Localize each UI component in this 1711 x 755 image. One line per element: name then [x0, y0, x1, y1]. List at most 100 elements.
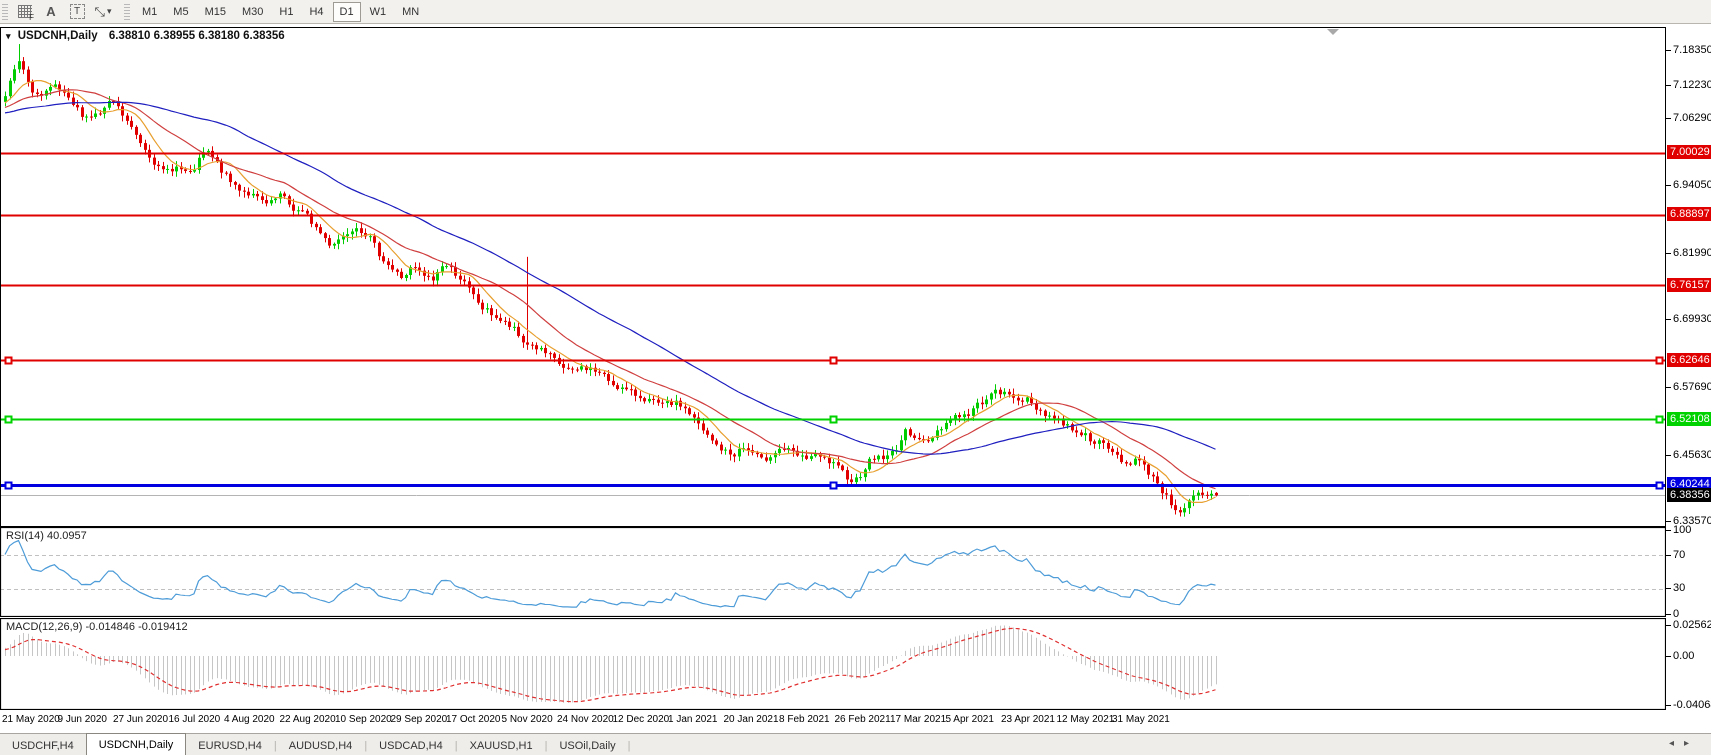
tab-audusd-h4[interactable]: AUDUSD,H4: [277, 736, 365, 755]
toolbar-grip[interactable]: [124, 4, 130, 20]
text-label-tool-icon: A: [46, 4, 55, 19]
date-axis-label: 31 May 2021: [1112, 714, 1170, 725]
date-axis-label: 27 Jun 2020: [113, 714, 168, 725]
timeframe-button-w1[interactable]: W1: [363, 2, 394, 22]
macd-axis-tick: [1666, 656, 1671, 657]
date-axis-label: 5 Apr 2021: [946, 714, 994, 725]
price-axis-label: 6.94050: [1673, 179, 1711, 191]
rsi-axis-tick: [1666, 614, 1671, 615]
price-axis-tick: [1666, 521, 1671, 522]
macd-axis-tick: [1666, 625, 1671, 626]
date-axis-label: 24 Nov 2020: [557, 714, 614, 725]
fibo-grid-tool-button[interactable]: F: [13, 1, 37, 23]
rsi-label: RSI(14) 40.0957: [6, 530, 87, 542]
rsi-axis-label: 70: [1673, 549, 1685, 561]
rsi-indicator-canvas[interactable]: [0, 527, 1666, 617]
price-axis-tick: [1666, 253, 1671, 254]
chart-symbol-label: USDCNH,Daily: [18, 30, 98, 42]
rsi-axis-tick: [1666, 588, 1671, 589]
date-axis: 21 May 20209 Jun 2020 27 Jun 202016 Jul 2…: [0, 710, 1666, 733]
fibo-grid-tool-icon: F: [18, 5, 32, 18]
date-axis-label: 1 Jan 2021: [668, 714, 718, 725]
date-axis-label: 29 Sep 2020: [391, 714, 448, 725]
level-price-tag[interactable]: 6.88897: [1667, 207, 1711, 221]
timeframe-button-mn[interactable]: MN: [395, 2, 426, 22]
tab-usoil-daily[interactable]: USOil,Daily: [547, 736, 627, 755]
rsi-axis-tick: [1666, 555, 1671, 556]
macd-label: MACD(12,26,9) -0.014846 -0.019412: [6, 621, 188, 633]
tab-xauusd-h1[interactable]: XAUUSD,H1: [458, 736, 545, 755]
macd-axis-label: -0.040687: [1673, 699, 1711, 711]
date-axis-label: 26 Feb 2021: [835, 714, 891, 725]
date-axis-label: 12 May 2021: [1057, 714, 1115, 725]
timeframe-button-h1[interactable]: H1: [272, 2, 300, 22]
price-axis-label: 7.18350: [1673, 44, 1711, 56]
pointer-tools-icon: ⤡: [95, 4, 105, 20]
main-chart-canvas[interactable]: [0, 27, 1666, 527]
price-axis-label: 6.69930: [1673, 313, 1711, 325]
date-axis-label: 5 Nov 2020: [502, 714, 553, 725]
tab-scroll-arrows[interactable]: ◂▸: [1669, 738, 1699, 749]
chart-title-caret-icon: ▾: [6, 31, 11, 41]
chart-title: ▾ USDCNH,Daily 6.38810 6.38955 6.38180 6…: [6, 30, 285, 42]
price-axis-label: 6.45630: [1673, 449, 1711, 461]
price-axis-label: 6.81990: [1673, 247, 1711, 259]
price-axis-tick: [1666, 455, 1671, 456]
tab-scroll-right-icon[interactable]: ▸: [1684, 738, 1699, 749]
toolbar-grip[interactable]: [2, 4, 8, 20]
price-axis-label: 7.12230: [1673, 79, 1711, 91]
price-axis-tick: [1666, 319, 1671, 320]
price-axis-label: 7.06290: [1673, 112, 1711, 124]
macd-axis-label: 0.00: [1673, 650, 1694, 662]
rsi-axis-label: 100: [1673, 524, 1691, 536]
level-price-tag[interactable]: 6.76157: [1667, 278, 1711, 292]
date-axis-label: 10 Sep 2020: [335, 714, 392, 725]
tab-usdcad-h4[interactable]: USDCAD,H4: [367, 736, 455, 755]
macd-indicator-canvas[interactable]: [0, 618, 1666, 710]
timeframe-button-group: M1M5M15M30H1H4D1W1MN: [134, 2, 427, 22]
timeframe-button-m1[interactable]: M1: [135, 2, 164, 22]
timeframe-button-m30[interactable]: M30: [235, 2, 270, 22]
date-axis-label: 8 Feb 2021: [779, 714, 830, 725]
current-price-tag: 6.38356: [1667, 488, 1711, 502]
tab-usdcnh-daily[interactable]: USDCNH,Daily: [86, 733, 187, 755]
price-axis-tick: [1666, 50, 1671, 51]
chart-tab-bar: USDCHF,H4USDCNH,DailyEURUSD,H4 | AUDUSD,H4…: [0, 733, 1711, 755]
timeframe-button-m5[interactable]: M5: [166, 2, 195, 22]
text-box-tool-icon: T: [70, 4, 85, 19]
price-axis-label: 6.57690: [1673, 381, 1711, 393]
date-axis-label: 16 Jul 2020: [169, 714, 221, 725]
timeframe-button-h4[interactable]: H4: [302, 2, 330, 22]
timeframe-button-d1[interactable]: D1: [333, 2, 361, 22]
date-axis-label: 21 May 2020: [2, 714, 60, 725]
date-axis-label: 4 Aug 2020: [224, 714, 275, 725]
rsi-axis-label: 30: [1673, 582, 1685, 594]
price-axis-tick: [1666, 185, 1671, 186]
date-axis-label: 22 Aug 2020: [280, 714, 336, 725]
level-price-tag[interactable]: 6.62646: [1667, 353, 1711, 367]
top-toolbar: F A T ⤡ ▾ M1M5M15M30H1H4D1W1MN: [0, 0, 1711, 24]
level-price-tag[interactable]: 7.00029: [1667, 145, 1711, 159]
date-axis-label: 23 Apr 2021: [1001, 714, 1055, 725]
price-axis-tick: [1666, 387, 1671, 388]
level-price-tag[interactable]: 6.52108: [1667, 412, 1711, 426]
chart-ohlc-values: 6.38810 6.38955 6.38180 6.38356: [109, 30, 285, 42]
tab-separator: |: [628, 736, 631, 755]
rsi-axis-tick: [1666, 530, 1671, 531]
pointer-tools-button[interactable]: ⤡ ▾: [91, 1, 115, 23]
trading-platform-window: F A T ⤡ ▾ M1M5M15M30H1H4D1W1MN ▾ USDCNH,…: [0, 0, 1711, 755]
price-axis-tick: [1666, 85, 1671, 86]
date-axis-label: 9 Jun 2020: [58, 714, 108, 725]
tab-eurusd-h4[interactable]: EURUSD,H4: [186, 736, 274, 755]
date-axis-label: 12 Dec 2020: [613, 714, 670, 725]
macd-axis-tick: [1666, 705, 1671, 706]
text-label-tool-button[interactable]: A: [39, 1, 63, 23]
text-box-tool-button[interactable]: T: [65, 1, 89, 23]
macd-axis-label: 0.025623: [1673, 619, 1711, 631]
tab-usdchf-h4[interactable]: USDCHF,H4: [0, 736, 86, 755]
timeframe-button-m15[interactable]: M15: [198, 2, 233, 22]
tab-scroll-left-icon[interactable]: ◂: [1669, 738, 1684, 749]
dropdown-caret-icon: ▾: [107, 6, 112, 17]
price-axis-tick: [1666, 118, 1671, 119]
date-axis-label: 17 Oct 2020: [446, 714, 500, 725]
